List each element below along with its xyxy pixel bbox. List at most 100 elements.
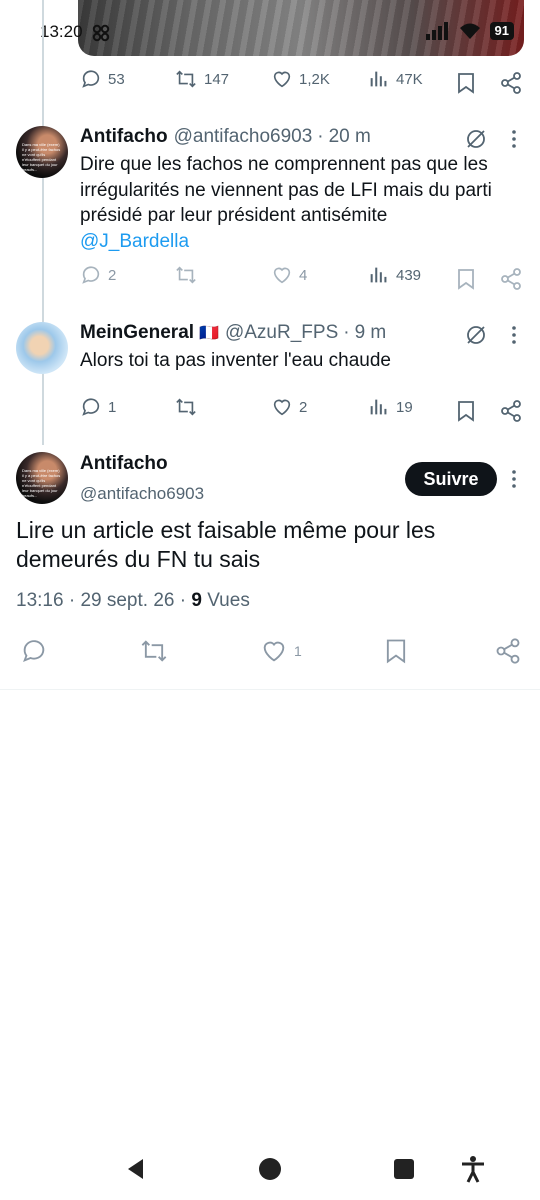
repost-count: 147	[204, 70, 230, 88]
tweet-header: MeinGeneral 🇫🇷 @AzuR_FPS · 9 m	[80, 322, 386, 344]
like-button[interactable]: 1	[260, 637, 302, 665]
author-name[interactable]: Antifacho	[80, 453, 168, 475]
author-name[interactable]: Antifacho	[80, 126, 168, 148]
more-icon[interactable]	[508, 468, 520, 490]
more-icon[interactable]	[508, 324, 520, 346]
avatar[interactable]: Dans ma ville (exem) il y a peut-être fa…	[16, 452, 68, 504]
back-icon[interactable]	[124, 1157, 148, 1181]
views-icon	[370, 399, 387, 415]
like-icon	[263, 641, 285, 662]
views-label: Vues	[207, 590, 250, 611]
views-icon	[370, 71, 387, 87]
notification-icon	[92, 24, 110, 42]
bookmark-icon[interactable]	[455, 399, 477, 423]
avatar[interactable]	[16, 322, 68, 374]
tweet-text: Alors toi ta pas inventer l'eau chaude	[80, 350, 391, 371]
like-count: 1,2K	[299, 70, 330, 88]
avatar-caption: Dans ma ville (exem) il y a peut-être fa…	[22, 468, 61, 498]
like-button[interactable]: 4	[271, 264, 307, 286]
follow-button[interactable]: Suivre	[405, 462, 497, 496]
reply-icon	[82, 266, 100, 284]
separator-dot: ·	[68, 590, 81, 611]
reply-count: 2	[108, 266, 117, 284]
share-icon[interactable]	[499, 71, 523, 95]
share-icon[interactable]	[494, 637, 522, 665]
wifi-icon	[459, 23, 480, 39]
like-icon	[273, 267, 291, 284]
flag-emoji: 🇫🇷	[199, 325, 219, 342]
repost-button[interactable]	[174, 396, 198, 418]
tweet-time: 9 m	[354, 322, 387, 343]
tweet-actions: 1 2 19	[0, 396, 540, 426]
reply-count: 53	[108, 70, 125, 88]
separator-dot: ·	[179, 590, 192, 611]
like-button[interactable]: 2	[271, 396, 307, 418]
status-bar: 13:20 91	[0, 0, 540, 66]
tweet-meta: 13:16 · 29 sept. 26 · 9 Vues	[16, 590, 250, 612]
like-count: 4	[299, 266, 308, 284]
bookmark-icon[interactable]	[455, 71, 477, 95]
previous-tweet-actions: 53 147 1,2K 47K	[0, 68, 540, 98]
author-handle[interactable]: @AzuR_FPS	[225, 322, 338, 344]
reply-button[interactable]: 53	[80, 68, 125, 90]
views-button[interactable]: 439	[368, 264, 421, 286]
accessibility-icon[interactable]	[460, 1155, 486, 1183]
author-handle[interactable]: @antifacho6903	[174, 126, 313, 148]
mention-link[interactable]: @J_Bardella	[80, 231, 189, 252]
like-icon	[273, 71, 291, 88]
author-name[interactable]: MeinGeneral	[80, 322, 194, 344]
repost-button[interactable]	[174, 264, 198, 286]
views-button[interactable]: 47K	[368, 68, 423, 90]
tweet-header: Antifacho @antifacho6903 · 20 m	[80, 126, 371, 148]
bookmark-icon[interactable]	[455, 267, 477, 291]
like-button[interactable]: 1,2K	[271, 68, 330, 90]
main-tweet-text: Lire un article est faisable même pour l…	[16, 517, 436, 572]
views-count: 19	[396, 398, 413, 416]
tweet-date: 29 sept. 26	[80, 590, 175, 611]
reply-button[interactable]: 1	[80, 396, 116, 418]
repost-button[interactable]: 147	[174, 68, 229, 90]
repost-icon	[176, 398, 196, 416]
recents-icon[interactable]	[393, 1158, 415, 1180]
reply-button[interactable]: 2	[80, 264, 116, 286]
bookmark-icon[interactable]	[383, 637, 409, 665]
author-handle[interactable]: @antifacho6903	[80, 484, 204, 504]
views-count: 439	[396, 266, 422, 284]
reply-icon	[82, 70, 100, 88]
repost-icon	[176, 70, 196, 88]
divider	[0, 689, 540, 690]
reply-icon	[82, 398, 100, 416]
tweet-time: 13:16	[16, 590, 64, 611]
reply-count: 1	[108, 398, 117, 416]
tweet-actions: 2 4 439	[0, 264, 540, 294]
like-icon	[273, 399, 291, 416]
thread-line	[42, 0, 44, 445]
repost-icon[interactable]	[139, 637, 169, 665]
reply-icon[interactable]	[20, 637, 48, 665]
tweet-time: 20 m	[328, 126, 371, 147]
tweet-body: Dire que les fachos ne comprennent pas q…	[80, 154, 492, 226]
status-time: 13:20	[40, 22, 83, 41]
views-count: 9	[191, 590, 202, 611]
avatar-caption: Dans ma ville (exem) il y a peut-être fa…	[22, 142, 61, 172]
home-icon[interactable]	[258, 1157, 282, 1181]
separator-dot: ·	[343, 322, 350, 343]
main-tweet-actions: 1	[0, 636, 540, 666]
like-count: 1	[294, 643, 302, 659]
views-button[interactable]: 19	[368, 396, 413, 418]
separator-dot: ·	[317, 126, 324, 147]
views-icon	[370, 267, 387, 283]
more-icon[interactable]	[508, 128, 520, 150]
share-icon[interactable]	[499, 399, 523, 423]
grok-icon[interactable]	[464, 323, 488, 347]
avatar[interactable]: Dans ma ville (exem) il y a peut-être fa…	[16, 126, 68, 178]
share-icon[interactable]	[499, 267, 523, 291]
tweet-text: Dire que les fachos ne comprennent pas q…	[80, 152, 530, 254]
like-count: 2	[299, 398, 308, 416]
signal-icon	[425, 22, 448, 40]
repost-icon	[176, 266, 196, 284]
grok-icon[interactable]	[464, 127, 488, 151]
system-nav-bar	[0, 1140, 540, 1200]
views-count: 47K	[396, 70, 423, 88]
battery-level: 91	[489, 22, 514, 40]
